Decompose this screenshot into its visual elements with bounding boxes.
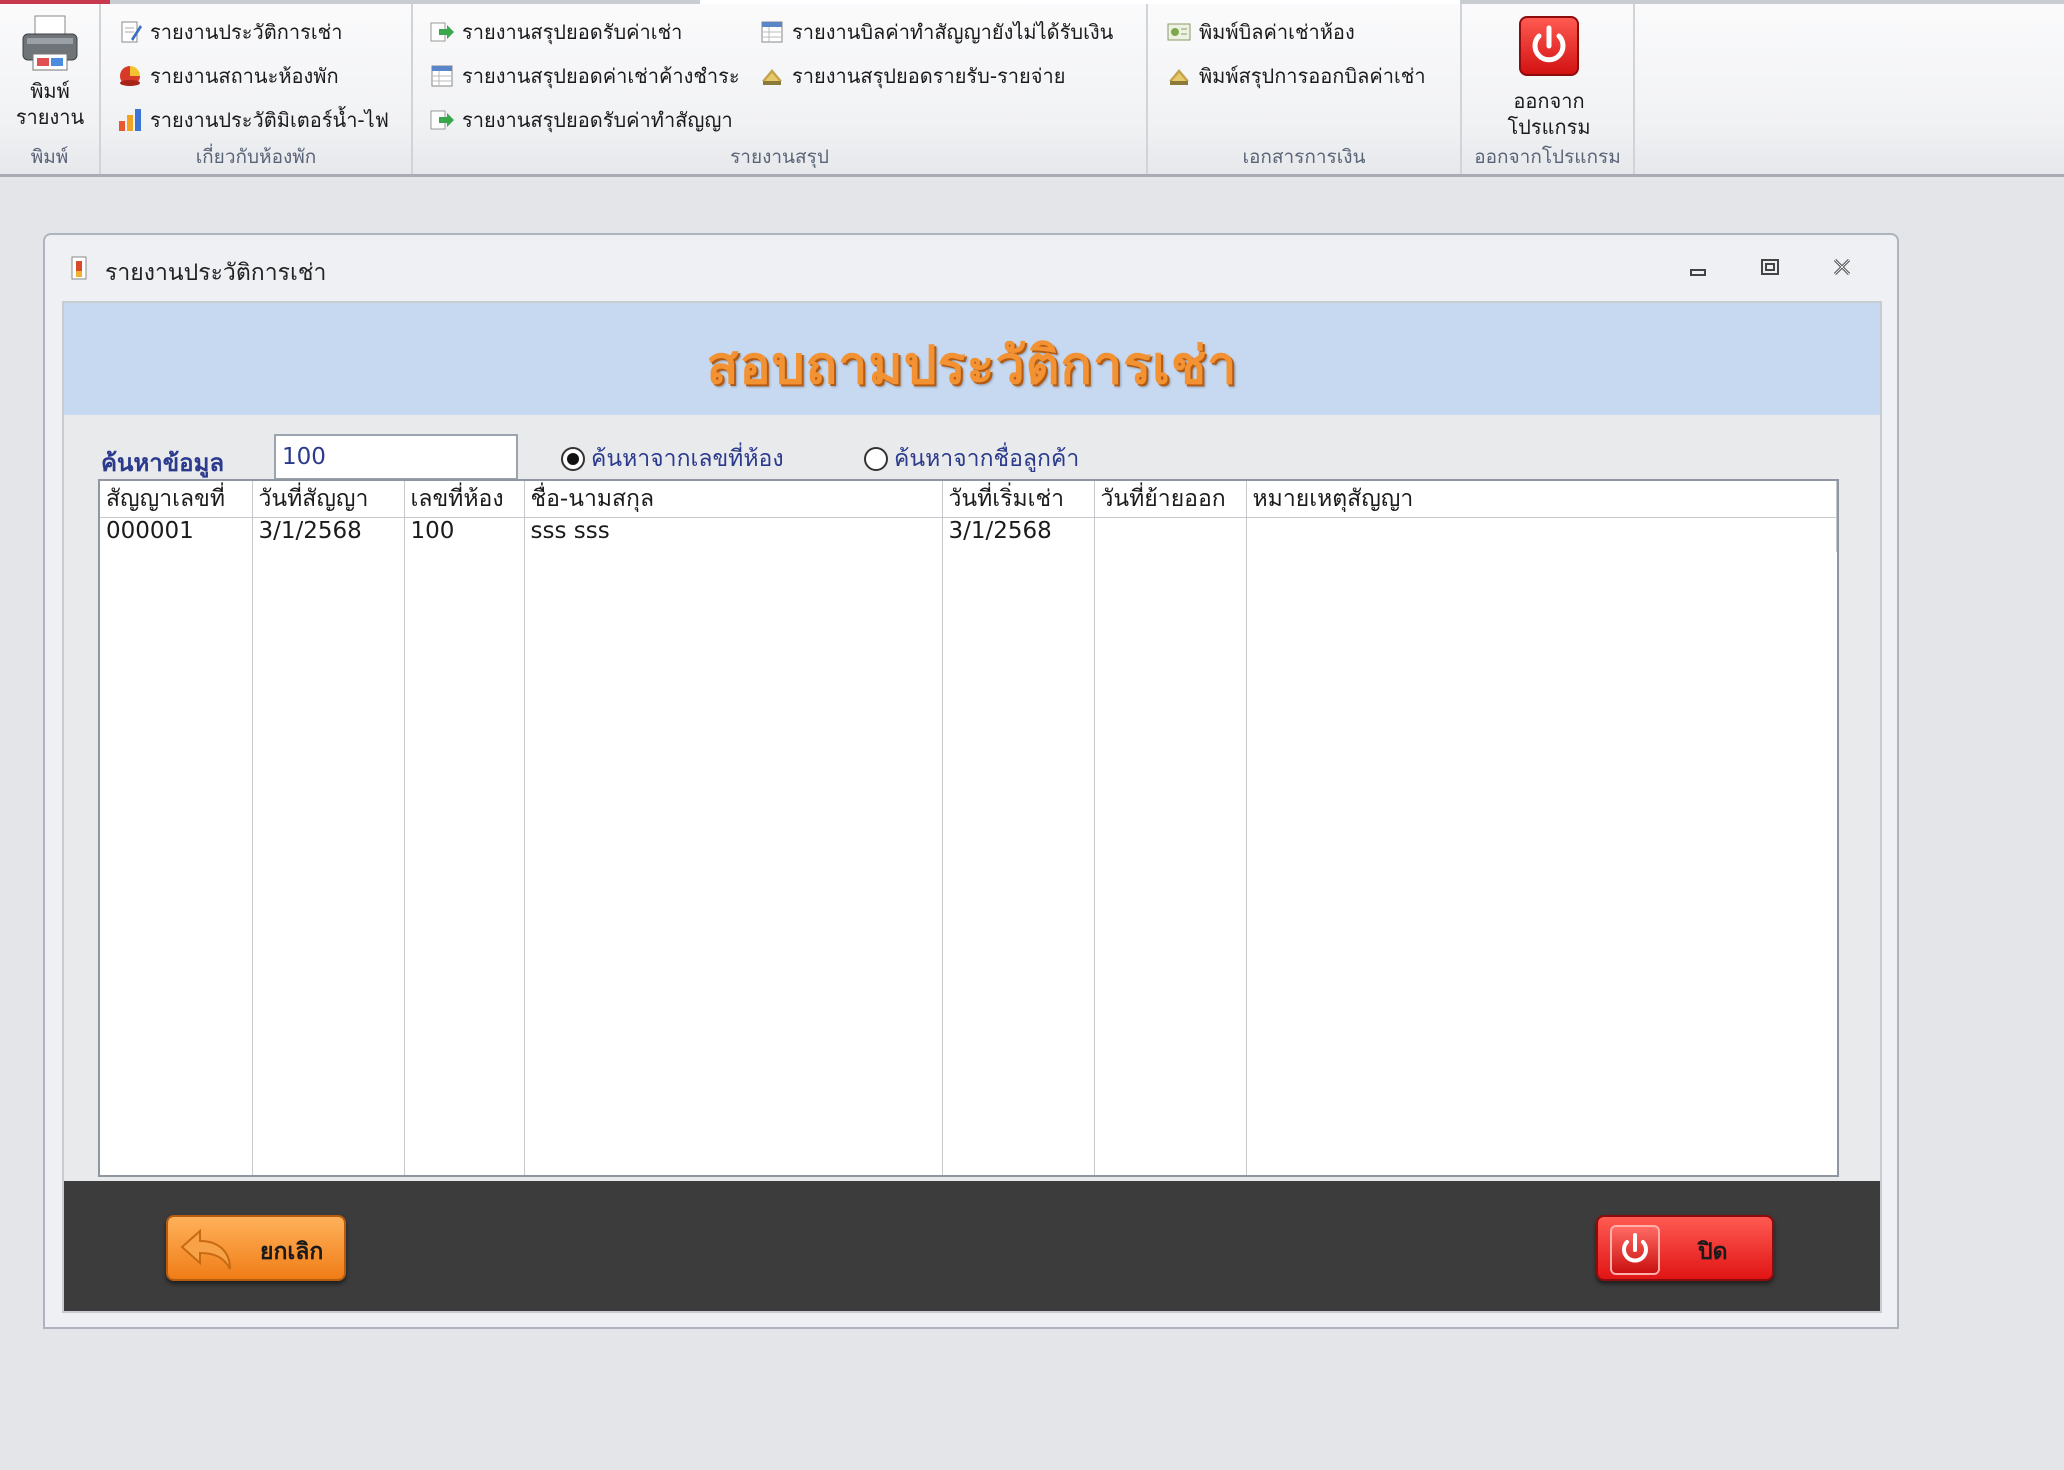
rental-history-grid[interactable]: สัญญาเลขที่ วันที่สัญญา เลขที่ห้อง ชื่อ-… <box>98 479 1839 1177</box>
bill-icon <box>1166 19 1192 45</box>
printer-icon <box>19 14 81 74</box>
restore-button[interactable] <box>1753 255 1787 281</box>
menu-rent-received-label: รายงานสรุปยอดรับค่าเช่า <box>462 20 683 44</box>
radio-search-by-room[interactable]: ค้นหาจากเลขที่ห้อง <box>561 441 784 477</box>
green-arrow-icon <box>429 107 455 133</box>
table-row[interactable]: 000001 3/1/2568 100 sss sss 3/1/2568 <box>100 517 1837 552</box>
column-header-contract-note[interactable]: หมายเหตุสัญญา <box>1246 481 1837 518</box>
ribbon-group-exit: ออกจาก โปรแกรม ออกจากโปรแกรม <box>1462 4 1635 174</box>
bottom-action-bar: ยกเลิก ปิด <box>64 1181 1880 1311</box>
ribbon-group-label-rooms: เกี่ยวกับห้องพัก <box>195 146 317 168</box>
radio-dot-unselected[interactable] <box>864 447 888 471</box>
window-client-area: สอบถามประวัติการเช่า ค้นหาข้อมูล ค้นหาจา… <box>62 301 1882 1313</box>
green-arrow-icon <box>429 19 455 45</box>
exit-program-label: ออกจาก โปรแกรม <box>1507 89 1591 139</box>
cancel-button-label: ยกเลิก <box>260 1239 324 1265</box>
menu-rent-outstanding-label: รายงานสรุปยอดค่าเช่าค้างชำระ <box>462 64 740 88</box>
menu-room-status-report[interactable]: รายงานสถานะห้องพัก <box>117 60 339 92</box>
close-button[interactable]: ปิด <box>1596 1215 1774 1281</box>
menu-income-expense-label: รายงานสรุปยอดรายรับ-รายจ่าย <box>792 64 1066 88</box>
search-input[interactable] <box>274 434 518 480</box>
ribbon-group-label-summary: รายงานสรุป <box>730 146 829 168</box>
print-report-label-line1: พิมพ์ รายงาน <box>15 79 85 129</box>
cell-move-out-date[interactable] <box>1094 517 1247 552</box>
grid-filler-cell <box>252 551 405 1175</box>
grid-filler-cell <box>1246 552 1837 1176</box>
cancel-button[interactable]: ยกเลิก <box>166 1215 346 1281</box>
menu-print-rent-bill-label: พิมพ์บิลค่าเช่าห้อง <box>1199 20 1355 44</box>
menu-unpaid-contract-bills-label: รายงานบิลค่าทำสัญญายังไม่ได้รับเงิน <box>792 20 1114 44</box>
bar-chart-icon <box>117 107 143 133</box>
window-title: รายงานประวัติการเช่า <box>105 260 327 286</box>
pie-chart-icon <box>117 63 143 89</box>
grid-filler-cell <box>404 551 525 1175</box>
money-icon <box>759 63 785 89</box>
ribbon-group-finance: พิมพ์บิลค่าเช่าห้อง พิมพ์สรุปการออกบิลค่… <box>1148 4 1462 174</box>
grid-filler-cell <box>100 551 253 1175</box>
grid-filler-cell <box>524 551 943 1175</box>
page-title: สอบถามประวัติการเช่า <box>706 336 1238 396</box>
close-window-button[interactable] <box>1825 255 1859 281</box>
exit-program-button[interactable]: ออกจาก โปรแกรม <box>1472 16 1626 140</box>
cell-contract-date[interactable]: 3/1/2568 <box>252 517 405 552</box>
column-header-room-no[interactable]: เลขที่ห้อง <box>404 481 525 518</box>
menu-contract-fee-summary[interactable]: รายงานสรุปยอดรับค่าทำสัญญา <box>429 104 733 136</box>
power-icon <box>1610 1225 1660 1275</box>
close-button-label: ปิด <box>1698 1239 1728 1265</box>
menu-meter-history-label: รายงานประวัติมิเตอร์น้ำ-ไฟ <box>150 108 389 132</box>
document-pen-icon <box>117 19 143 45</box>
menu-rental-history-label: รายงานประวัติการเช่า <box>150 20 343 44</box>
cell-room-no[interactable]: 100 <box>404 517 525 552</box>
table-icon <box>759 19 785 45</box>
print-report-button[interactable]: พิมพ์ รายงาน <box>6 14 94 130</box>
column-header-start-date[interactable]: วันที่เริ่มเช่า <box>942 481 1095 518</box>
search-label: ค้นหาข้อมูล <box>101 449 225 477</box>
menu-income-expense-summary[interactable]: รายงานสรุปยอดรายรับ-รายจ่าย <box>759 60 1065 92</box>
money-icon <box>1166 63 1192 89</box>
cell-start-date[interactable]: 3/1/2568 <box>942 517 1095 552</box>
radio-search-by-customer-label: ค้นหาจากชื่อลูกค้า <box>894 446 1080 472</box>
ribbon-group-rooms: รายงานประวัติการเช่า รายงานสถานะห้องพัก … <box>101 4 413 174</box>
rental-history-window: รายงานประวัติการเช่า สอบถามประวัติการเช่… <box>43 233 1899 1329</box>
menu-meter-history-report[interactable]: รายงานประวัติมิเตอร์น้ำ-ไฟ <box>117 104 389 136</box>
ribbon-group-label-print: พิมพ์ <box>30 146 69 168</box>
radio-search-by-room-label: ค้นหาจากเลขที่ห้อง <box>591 446 784 472</box>
minimize-button[interactable] <box>1681 255 1715 281</box>
menu-contract-fee-label: รายงานสรุปยอดรับค่าทำสัญญา <box>462 108 733 132</box>
column-header-contract-date[interactable]: วันที่สัญญา <box>252 481 405 518</box>
radio-search-by-customer[interactable]: ค้นหาจากชื่อลูกค้า <box>864 441 1079 477</box>
column-header-full-name[interactable]: ชื่อ-นามสกุล <box>524 481 943 518</box>
column-header-move-out-date[interactable]: วันที่ย้ายออก <box>1094 481 1247 518</box>
menu-print-billing-summary-label: พิมพ์สรุปการออกบิลค่าเช่า <box>1199 64 1426 88</box>
grid-empty-area <box>100 551 1837 1176</box>
cell-contract-note[interactable] <box>1246 517 1837 552</box>
ribbon-group-label-exit: ออกจากโปรแกรม <box>1474 146 1621 168</box>
table-icon <box>429 63 455 89</box>
cell-full-name[interactable]: sss sss <box>524 517 943 552</box>
column-header-contract-no[interactable]: สัญญาเลขที่ <box>100 481 253 518</box>
grid-filler-cell <box>1094 551 1247 1175</box>
power-icon <box>1519 16 1579 76</box>
undo-arrow-icon <box>178 1223 238 1275</box>
menu-rent-outstanding-summary[interactable]: รายงานสรุปยอดค่าเช่าค้างชำระ <box>429 60 740 92</box>
window-app-icon <box>69 255 91 283</box>
ribbon-group-print: พิมพ์ รายงาน พิมพ์ <box>0 4 101 174</box>
header-band: สอบถามประวัติการเช่า <box>64 303 1880 415</box>
menu-rent-received-summary[interactable]: รายงานสรุปยอดรับค่าเช่า <box>429 16 682 48</box>
grid-header-row: สัญญาเลขที่ วันที่สัญญา เลขที่ห้อง ชื่อ-… <box>100 481 1837 518</box>
ribbon: พิมพ์ รายงาน พิมพ์ รายงานประวัติการเช่า … <box>0 0 2064 177</box>
cell-contract-no[interactable]: 000001 <box>100 517 253 552</box>
menu-room-status-label: รายงานสถานะห้องพัก <box>150 64 339 88</box>
menu-print-rent-bill[interactable]: พิมพ์บิลค่าเช่าห้อง <box>1166 16 1355 48</box>
menu-print-billing-summary[interactable]: พิมพ์สรุปการออกบิลค่าเช่า <box>1166 60 1426 92</box>
ribbon-group-label-finance: เอกสารการเงิน <box>1242 146 1366 168</box>
menu-rental-history-report[interactable]: รายงานประวัติการเช่า <box>117 16 342 48</box>
menu-unpaid-contract-bills[interactable]: รายงานบิลค่าทำสัญญายังไม่ได้รับเงิน <box>759 16 1113 48</box>
grid-filler-cell <box>942 551 1095 1175</box>
radio-dot-selected[interactable] <box>561 447 585 471</box>
ribbon-group-summary: รายงานสรุปยอดรับค่าเช่า รายงานสรุปยอดค่า… <box>413 4 1148 174</box>
